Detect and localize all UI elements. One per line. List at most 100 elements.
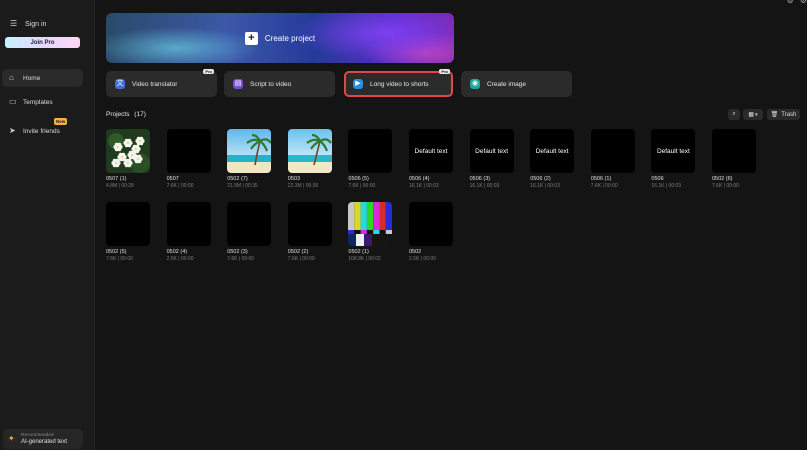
project-thumbnail[interactable]: Default text: [409, 129, 453, 173]
create-image-button[interactable]: ◉ Create image: [461, 71, 572, 97]
project-name: 0502 (1): [348, 249, 369, 255]
project-name: 0502 (2): [287, 249, 309, 255]
project-meta: 21.5M | 00:35: [227, 183, 258, 189]
project-thumbnail[interactable]: [348, 202, 393, 246]
project-meta: 16.1K | 00:03: [530, 183, 560, 189]
project-meta: 22.3M | 00:35: [287, 183, 319, 189]
project-name: 0502 (6): [712, 176, 733, 182]
home-icon: ⌂: [9, 73, 14, 82]
project-thumbnail[interactable]: [166, 202, 211, 246]
project-name: 0507: [166, 176, 179, 182]
project-name: 0502 (3): [227, 249, 248, 255]
project-card[interactable]: 0502 (6) 7.6K | 00:00: [712, 129, 756, 189]
project-thumbnail[interactable]: [106, 129, 150, 173]
sidebar-item-label: Home: [23, 74, 41, 82]
create-project-label: Create project: [264, 33, 316, 43]
project-name: 0502 (7): [227, 176, 248, 182]
user-icon: ☰: [10, 19, 18, 28]
project-name: 0507 (1): [106, 176, 127, 182]
sidebar-item-templates[interactable]: ▭ Templates: [2, 93, 83, 111]
search-button[interactable]: ⌕: [728, 109, 740, 120]
project-meta: 7.6K | 00:00: [166, 183, 194, 189]
long-video-to-shorts-button[interactable]: ▶ Long video to shorts Pro: [344, 69, 453, 97]
project-meta: 7.6K | 00:00: [712, 183, 739, 189]
script-icon: ▤: [233, 79, 243, 89]
sidebar-item-invite-friends[interactable]: ➤ Invite friends New: [2, 118, 83, 140]
projects-header: Projects (17): [106, 111, 146, 118]
trash-icon: 🗑: [770, 112, 779, 118]
project-thumbnail[interactable]: [287, 202, 332, 246]
grid-view-icon: ▦: [748, 112, 755, 118]
recommended-ai-text[interactable]: ✦ Recommended AI-generated text: [3, 429, 83, 449]
templates-icon: ▭: [9, 97, 17, 106]
sign-in-button[interactable]: ☰ Sign in: [5, 14, 83, 34]
project-card[interactable]: Default text 0506 (2) 16.1K | 00:03: [530, 129, 575, 189]
chevron-down-icon: ▾: [755, 111, 758, 118]
project-meta: 108.8K | 00:02: [348, 256, 381, 262]
project-thumbnail[interactable]: [227, 202, 272, 246]
thumbnail-text: Default text: [475, 147, 509, 155]
script-to-video-button[interactable]: ▤ Script to video: [224, 71, 335, 97]
tool-label: Script to video: [250, 80, 292, 88]
recommended-caption: Recommended: [21, 433, 54, 438]
project-thumbnail[interactable]: [166, 129, 211, 173]
sidebar-item-home[interactable]: ⌂ Home: [2, 69, 83, 87]
project-name: 0506 (3): [469, 176, 491, 182]
project-card[interactable]: 0507 (1) 4.8M | 00:28: [106, 129, 150, 189]
app-window: ⚙ ⚙ ☰ Sign in Join Pro ⌂ Home ▭ Template…: [0, 0, 807, 450]
project-card[interactable]: Default text 0506 (4) 16.1K | 00:03: [409, 129, 453, 189]
projects-title: Projects: [106, 111, 130, 118]
sidebar-item-label: Templates: [23, 98, 53, 106]
tool-label: Long video to shorts: [370, 80, 429, 88]
settings-icon[interactable]: ⚙: [787, 0, 794, 5]
project-meta: 4.8M | 00:28: [106, 183, 134, 189]
project-meta: 7.6K | 00:00: [287, 256, 315, 262]
project-card[interactable]: 0502 2.5K | 00:00: [409, 202, 453, 262]
tool-label: Video translator: [132, 80, 178, 88]
project-name: 0506 (4): [409, 176, 430, 182]
project-card[interactable]: 0503 22.3M | 00:35: [287, 129, 332, 189]
project-card[interactable]: 0502 (4) 2.5K | 00:00: [166, 202, 211, 262]
trash-label: Trash: [781, 111, 797, 118]
join-pro-button[interactable]: Join Pro: [5, 37, 80, 48]
shorts-icon: ▶: [353, 79, 363, 89]
project-card[interactable]: 0506 (1) 7.6K | 00:00: [590, 129, 635, 189]
project-thumbnail[interactable]: [287, 129, 332, 173]
project-card[interactable]: 0502 (2) 7.6K | 00:00: [287, 202, 332, 262]
sidebar: ☰ Sign in Join Pro ⌂ Home ▭ Templates ➤ …: [0, 0, 95, 450]
pro-badge: Pro: [439, 69, 450, 74]
project-thumbnail[interactable]: Default text: [651, 129, 696, 173]
create-project-button[interactable]: + Create project: [106, 13, 454, 63]
project-name: 0506: [651, 176, 664, 182]
project-card[interactable]: 0507 7.6K | 00:00: [166, 129, 211, 189]
project-card[interactable]: Default text 0506 (3) 16.1K | 00:03: [469, 129, 514, 189]
sign-in-label: Sign in: [25, 20, 47, 28]
project-thumbnail[interactable]: [106, 202, 150, 246]
video-translator-button[interactable]: 文 Video translator Pro: [106, 69, 217, 97]
project-card[interactable]: 0502 (5) 7.6K | 00:00: [106, 202, 150, 262]
trash-button[interactable]: 🗑 Trash: [767, 109, 800, 120]
project-card[interactable]: 0506 (5) 7.6K | 00:00: [348, 129, 393, 189]
plus-icon: +: [244, 31, 258, 45]
project-name: 0506 (5): [348, 176, 369, 182]
gear-icon[interactable]: ⚙: [800, 0, 807, 5]
project-card[interactable]: 0502 (7) 21.5M | 00:35: [227, 129, 272, 189]
thumbnail-text: Default text: [535, 147, 569, 155]
project-thumbnail[interactable]: Default text: [530, 129, 575, 173]
project-thumbnail[interactable]: [227, 129, 272, 173]
pro-badge: Pro: [203, 69, 214, 74]
project-thumbnail[interactable]: [590, 129, 635, 173]
thumbnail-text: Default text: [414, 147, 448, 155]
project-name: 0503: [287, 176, 301, 182]
project-card[interactable]: 0502 (1) 108.8K | 00:02: [348, 202, 393, 262]
project-card[interactable]: Default text 0506 16.1K | 00:03: [651, 129, 696, 189]
project-thumbnail[interactable]: Default text: [469, 129, 514, 173]
project-thumbnail[interactable]: [712, 129, 756, 173]
sidebar-item-label: Invite friends: [23, 127, 60, 135]
new-badge: New: [54, 118, 68, 125]
project-thumbnail[interactable]: [409, 202, 453, 246]
view-toggle-button[interactable]: ▦ ▾: [743, 109, 763, 120]
project-thumbnail[interactable]: [348, 129, 393, 173]
project-meta: 7.6K | 00:00: [590, 183, 618, 189]
project-card[interactable]: 0502 (3) 7.6K | 00:00: [227, 202, 272, 262]
